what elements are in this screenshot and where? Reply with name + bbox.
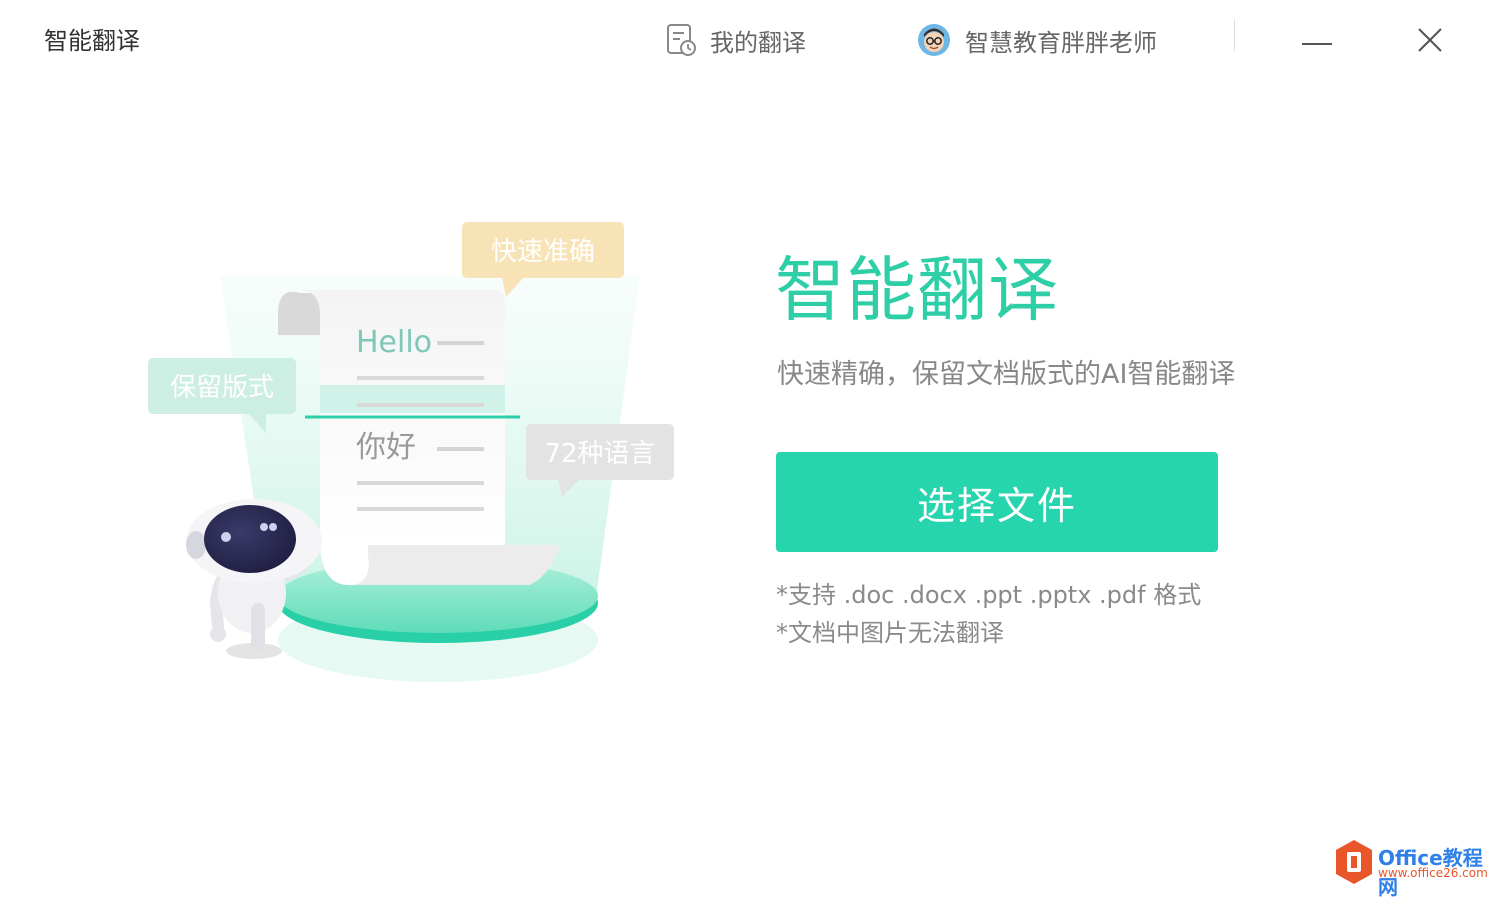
my-translations-button[interactable]: 我的翻译 [666,22,806,58]
minimize-button[interactable] [1297,20,1337,60]
translation-illustration: Hello 你好 快速准确 保留版式 72种语言 [148,222,674,682]
watermark: Office教程网 www.office26.com [1334,836,1500,899]
bubble-fast-text: 快速准确 [491,237,595,267]
my-translations-label: 我的翻译 [710,28,806,57]
image-translation-note: *文档中图片无法翻译 [776,619,1004,647]
scroll-target-text: 你好 [356,430,416,465]
bubble-format-text: 保留版式 [170,373,274,403]
app-title: 智能翻译 [44,27,140,55]
office-logo-icon [1336,840,1372,884]
close-button[interactable] [1410,20,1450,60]
title-bar: 智能翻译 我的翻译 智慧教育胖胖老师 [0,0,1500,80]
page-title: 智能翻译 [775,249,1059,331]
bubble-languages-text: 72种语言 [544,439,655,469]
user-name: 智慧教育胖胖老师 [965,28,1157,57]
scroll-source-text: Hello [356,325,432,360]
divider [1234,19,1235,51]
user-account[interactable]: 智慧教育胖胖老师 [917,22,1157,58]
close-icon [1418,28,1442,52]
page-subtitle: 快速精确，保留文档版式的AI智能翻译 [777,359,1236,390]
avatar [918,24,950,56]
select-file-button[interactable]: 选择文件 [776,452,1218,552]
watermark-url: www.office26.com [1378,866,1488,880]
minimize-icon [1302,43,1332,45]
document-history-icon [667,24,696,56]
supported-formats-note: *支持 .doc .docx .ppt .pptx .pdf 格式 [776,581,1202,609]
